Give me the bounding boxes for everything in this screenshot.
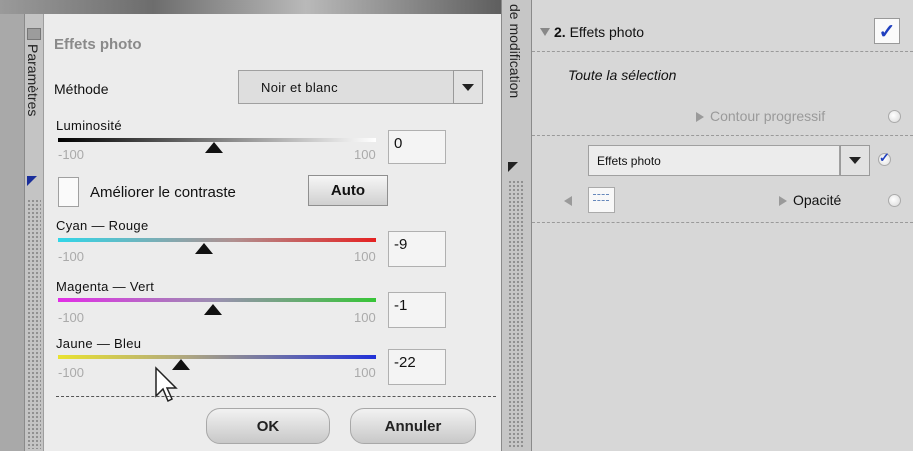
left-frame: [0, 14, 24, 451]
collapse-triangle-icon[interactable]: [540, 28, 550, 36]
expand-triangle-icon[interactable]: [696, 112, 704, 122]
luminosity-label: Luminosité: [56, 118, 122, 133]
step-enable-checkbox[interactable]: ✓: [874, 18, 900, 44]
method-select-value: Noir et blanc: [261, 80, 338, 95]
tab-grip-icon: [27, 28, 41, 40]
luminosity-max: 100: [354, 147, 376, 162]
mouse-cursor-icon: [155, 366, 178, 403]
enhance-contrast-label: Améliorer le contraste: [90, 184, 236, 201]
yellow-blue-track[interactable]: [58, 355, 376, 359]
thumbnail-line: [593, 200, 609, 201]
method-dropdown-button[interactable]: [453, 70, 483, 104]
cancel-button[interactable]: Annuler: [350, 408, 476, 444]
yellow-blue-label: Jaune — Bleu: [56, 336, 142, 351]
dialog-title: Effets photo: [54, 36, 142, 53]
cyan-red-slider-thumb[interactable]: [195, 243, 213, 254]
modifications-panel: 2. Effets photo ✓ Toute la sélection Con…: [532, 0, 913, 451]
checkmark-icon: ✓: [879, 150, 890, 165]
feather-label: Contour progressif: [710, 108, 826, 124]
divider: [532, 135, 913, 136]
magenta-green-min: -100: [58, 310, 85, 325]
magenta-green-slider-thumb[interactable]: [204, 304, 222, 315]
yellow-blue-value-field[interactable]: -22: [388, 349, 446, 385]
cyan-red-max: 100: [354, 249, 376, 264]
corner-arrow-icon: [27, 176, 37, 186]
luminosity-value-field[interactable]: 0: [388, 130, 446, 164]
step-header[interactable]: 2. Effets photo: [554, 24, 644, 40]
cyan-red-label: Cyan — Rouge: [56, 218, 149, 233]
opacity-radio[interactable]: [888, 194, 901, 207]
luminosity-slider-thumb[interactable]: [205, 142, 223, 153]
step-number: 2.: [554, 24, 566, 40]
expand-triangle-icon[interactable]: [779, 196, 787, 206]
modifications-tab[interactable]: de modification: [501, 0, 532, 451]
effect-check-radio[interactable]: ✓: [878, 150, 891, 166]
magenta-green-value-field[interactable]: -1: [388, 292, 446, 328]
corner-arrow-icon: [508, 162, 518, 172]
divider: [56, 396, 496, 397]
magenta-green-track[interactable]: [58, 298, 376, 302]
method-label: Méthode: [54, 81, 109, 97]
modifications-tab-label: de modification: [507, 4, 523, 99]
photo-canvas-edge: [0, 0, 510, 14]
layer-thumbnail[interactable]: [588, 187, 615, 213]
photo-effects-dialog: Effets photo Méthode Noir et blanc Lumin…: [43, 14, 502, 451]
ok-button[interactable]: OK: [206, 408, 330, 444]
effect-select[interactable]: Effets photo: [588, 145, 840, 176]
cyan-red-track[interactable]: [58, 238, 376, 242]
previous-arrow-icon[interactable]: [564, 196, 572, 206]
thumbnail-line: [593, 194, 609, 195]
effect-select-value: Effets photo: [597, 154, 661, 168]
divider: [532, 51, 913, 52]
checkmark-icon: ✓: [878, 20, 896, 43]
parameters-tab-label: Paramètres: [25, 44, 41, 117]
yellow-blue-min: -100: [58, 365, 85, 380]
magenta-green-label: Magenta — Vert: [56, 279, 155, 294]
chevron-down-icon: [849, 157, 861, 164]
auto-button[interactable]: Auto: [308, 175, 388, 206]
yellow-blue-max: 100: [354, 365, 376, 380]
resize-grip[interactable]: [508, 180, 524, 448]
scope-label: Toute la sélection: [568, 67, 677, 83]
magenta-green-max: 100: [354, 310, 376, 325]
method-select[interactable]: Noir et blanc: [238, 70, 454, 104]
step-title: Effets photo: [569, 24, 645, 40]
feather-radio[interactable]: [888, 110, 901, 123]
cyan-red-min: -100: [58, 249, 85, 264]
chevron-down-icon: [462, 83, 474, 91]
resize-grip[interactable]: [27, 199, 41, 449]
opacity-label: Opacité: [793, 192, 842, 208]
enhance-contrast-checkbox[interactable]: [58, 177, 79, 207]
parameters-tab[interactable]: Paramètres: [24, 14, 44, 451]
effect-dropdown-button[interactable]: [840, 145, 870, 176]
cyan-red-value-field[interactable]: -9: [388, 231, 446, 267]
luminosity-min: -100: [58, 147, 85, 162]
divider: [532, 222, 913, 223]
